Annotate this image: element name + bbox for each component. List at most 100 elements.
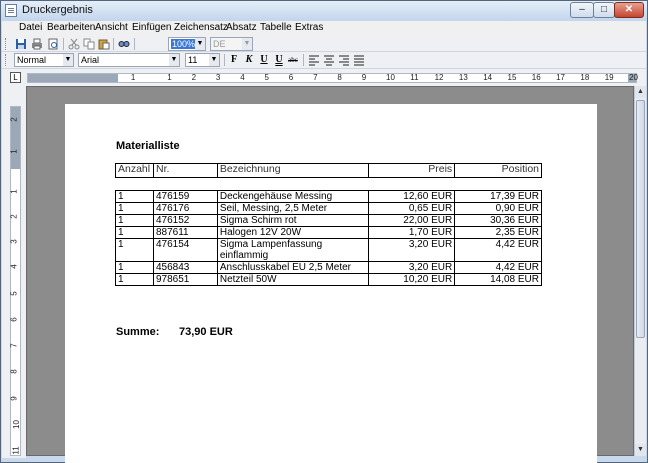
chevron-down-icon[interactable]: ▼: [169, 54, 179, 66]
double-underline-button[interactable]: U: [273, 54, 285, 66]
sum-value: 73,90 EUR: [179, 326, 233, 338]
menu-tabelle[interactable]: Tabelle: [260, 22, 292, 33]
menu-datei[interactable]: Datei: [19, 22, 42, 33]
menu-absatz[interactable]: Absatz: [226, 22, 257, 33]
align-center-icon[interactable]: [323, 54, 335, 66]
italic-button[interactable]: K: [243, 54, 255, 66]
minimize-button[interactable]: –: [570, 2, 594, 18]
ruler-number: 13: [458, 73, 468, 82]
ruler-number: 1: [9, 189, 19, 194]
ruler-number: 15: [507, 73, 517, 82]
cell-anzahl: 1: [115, 214, 154, 227]
cell-anzahl: 1: [115, 273, 154, 286]
ruler-number: 8: [9, 369, 19, 374]
cell-nr: 476152: [152, 214, 218, 227]
print-preview-icon[interactable]: [47, 38, 59, 50]
cell-anzahl: 1: [115, 190, 154, 203]
cell-bezeichnung: Netzteil 50W: [216, 273, 370, 286]
table-row: 1 887611 Halogen 12V 20W 1,70 EUR 2,35 E…: [115, 226, 542, 239]
align-left-icon[interactable]: [308, 54, 320, 66]
ruler-number: 2: [9, 214, 19, 219]
chevron-down-icon[interactable]: ▼: [242, 38, 252, 50]
style-value: Normal: [17, 55, 47, 65]
chevron-down-icon[interactable]: ▼: [195, 38, 205, 50]
scrollbar-thumb[interactable]: [636, 100, 645, 338]
cell-preis: 10,20 EUR: [368, 273, 456, 286]
find-icon[interactable]: [118, 38, 130, 50]
strikethrough-button[interactable]: abc: [287, 54, 299, 66]
zoom-combo[interactable]: 100% ▼: [168, 37, 206, 51]
title-bar: Druckergebnis – □ ✕: [1, 1, 647, 21]
copy-icon[interactable]: [83, 38, 95, 50]
cell-preis: 3,20 EUR: [368, 238, 456, 262]
save-icon[interactable]: [15, 38, 27, 50]
cell-anzahl: 1: [115, 202, 154, 215]
font-size-combo[interactable]: 11 ▼: [185, 53, 220, 67]
table-row: 1 476176 Seil, Messing, 2,5 Meter 0,65 E…: [115, 202, 542, 215]
column-header: Anzahl: [115, 163, 154, 178]
ruler-strip[interactable]: 2 1 1 2 3 4 5 6 7 8 9 10 11: [10, 106, 21, 456]
ruler-number: 12: [434, 73, 444, 82]
toolbar-grip[interactable]: [5, 54, 8, 66]
ruler-number: 9: [361, 73, 367, 82]
vertical-ruler: 2 1 1 2 3 4 5 6 7 8 9 10 11: [2, 86, 26, 458]
menu-bearbeiten[interactable]: Bearbeiten: [47, 22, 95, 33]
align-right-icon[interactable]: [338, 54, 350, 66]
vertical-scrollbar[interactable]: ▲ ▼: [634, 86, 646, 456]
document-icon: [5, 4, 17, 17]
ruler-number: 5: [9, 291, 19, 296]
ruler-number: 5: [264, 73, 269, 82]
ruler-number: 10: [386, 73, 395, 82]
ruler-number: 7: [313, 73, 318, 82]
ruler-number: 4: [240, 73, 245, 82]
ruler-number: 4: [9, 264, 19, 269]
cell-position: 30,36 EUR: [454, 214, 542, 227]
cell-nr: 978651: [152, 273, 218, 286]
maximize-button[interactable]: □: [593, 2, 615, 18]
left-margin-area: [28, 74, 118, 82]
menu-extras[interactable]: Extras: [295, 22, 323, 33]
menu-einfuegen[interactable]: Einfügen: [132, 22, 171, 33]
language-combo[interactable]: DE ▼: [210, 37, 253, 51]
paste-icon[interactable]: [98, 38, 110, 50]
ruler-number: 17: [556, 73, 565, 82]
table-row: 1 978651 Netzteil 50W 10,20 EUR 14,08 EU…: [115, 273, 542, 286]
cell-position: 14,08 EUR: [454, 273, 542, 286]
ruler-number: 2: [9, 117, 19, 122]
bold-button[interactable]: F: [228, 54, 240, 66]
menu-ansicht[interactable]: Ansicht: [95, 22, 128, 33]
underline-button[interactable]: U: [258, 54, 270, 66]
chevron-down-icon[interactable]: ▼: [63, 54, 73, 66]
cell-preis: 22,00 EUR: [368, 214, 456, 227]
ruler-number: 1: [130, 73, 136, 82]
material-table: Anzahl Nr. Bezeichnung Preis Position 1 …: [115, 163, 542, 286]
sum-label: Summe:: [116, 326, 160, 338]
cut-icon[interactable]: [68, 38, 80, 50]
font-combo[interactable]: Arial ▼: [78, 53, 180, 67]
justify-icon[interactable]: [353, 54, 365, 66]
ruler-number: 10: [11, 420, 21, 429]
language-value: DE: [213, 39, 226, 49]
column-header: Preis: [368, 163, 456, 178]
toolbar-grip[interactable]: [5, 38, 8, 50]
tab-stop-selector[interactable]: L: [10, 72, 21, 83]
toolbar-separator: [63, 38, 64, 50]
style-combo[interactable]: Normal ▼: [14, 53, 74, 67]
ruler-number: 11: [11, 446, 21, 455]
chevron-down-icon[interactable]: ▼: [209, 54, 219, 66]
ruler-number: 16: [531, 73, 541, 82]
scroll-down-icon[interactable]: ▼: [635, 444, 646, 456]
print-icon[interactable]: [31, 38, 43, 50]
zoom-value: 100%: [171, 39, 197, 49]
close-button[interactable]: ✕: [614, 2, 644, 18]
menu-zeichensatz[interactable]: Zeichensatz: [174, 22, 228, 33]
font-value: Arial: [81, 55, 100, 65]
table-spacer: [115, 177, 542, 191]
cell-position: 17,39 EUR: [454, 190, 542, 203]
scroll-up-icon[interactable]: ▲: [635, 86, 646, 98]
cell-bezeichnung: Anschlusskabel EU 2,5 Meter: [216, 261, 370, 274]
cell-nr: 887611: [152, 226, 218, 239]
ruler-strip[interactable]: 1 1 2 3 4 5 6 7 8 9 10 11 12 13 14 15 16 17 18 19 20: [27, 73, 638, 83]
ruler-number: 20: [629, 73, 638, 82]
document-page[interactable]: Materialliste Anzahl Nr. Bezeichnung Pre…: [65, 104, 597, 463]
